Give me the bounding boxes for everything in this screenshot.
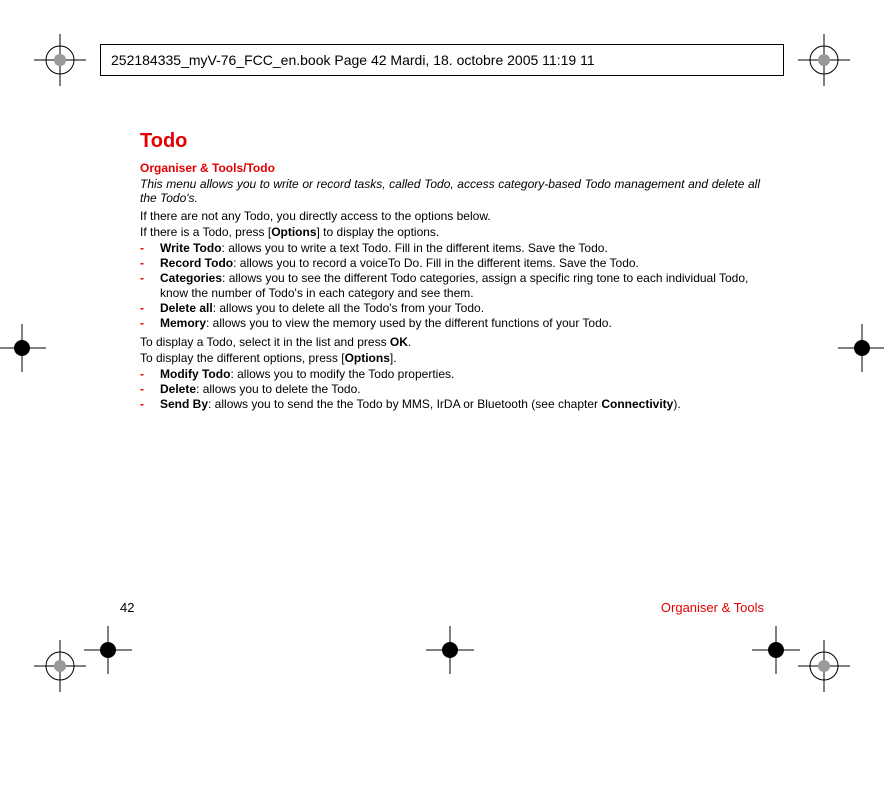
footer-section: Organiser & Tools [661,600,764,615]
breadcrumb: Organiser & Tools/Todo [140,161,760,175]
list-item: Delete: allows you to delete the Todo. [140,382,760,397]
options-list-1: Write Todo: allows you to write a text T… [140,241,760,331]
list-item: Memory: allows you to view the memory us… [140,316,760,331]
crop-cross-icon [0,318,52,378]
intro-paragraph: This menu allows you to write or record … [140,177,760,205]
list-item: Modify Todo: allows you to modify the To… [140,367,760,382]
list-item: Categories: allows you to see the differ… [140,271,760,301]
page-title: Todo [140,130,760,153]
list-item: Send By: allows you to send the the Todo… [140,397,760,412]
options-list-2: Modify Todo: allows you to modify the To… [140,367,760,412]
page-footer: 42 Organiser & Tools [120,600,764,615]
list-item: Write Todo: allows you to write a text T… [140,241,760,256]
page-content: Todo Organiser & Tools/Todo This menu al… [140,130,760,416]
header-text: 252184335_myV-76_FCC_en.book Page 42 Mar… [111,52,595,68]
document-header: 252184335_myV-76_FCC_en.book Page 42 Mar… [100,44,784,76]
registration-mark-icon [794,30,854,90]
crop-cross-icon [746,620,806,680]
crop-cross-icon [420,620,480,680]
body-paragraph: If there are not any Todo, you directly … [140,209,760,223]
page-number: 42 [120,600,134,615]
crop-cross-icon [832,318,884,378]
body-paragraph: To display a Todo, select it in the list… [140,335,760,349]
list-item: Delete all: allows you to delete all the… [140,301,760,316]
list-item: Record Todo: allows you to record a voic… [140,256,760,271]
body-paragraph: If there is a Todo, press [Options] to d… [140,225,760,239]
crop-cross-icon [78,620,138,680]
registration-mark-icon [30,30,90,90]
body-paragraph: To display the different options, press … [140,351,760,365]
